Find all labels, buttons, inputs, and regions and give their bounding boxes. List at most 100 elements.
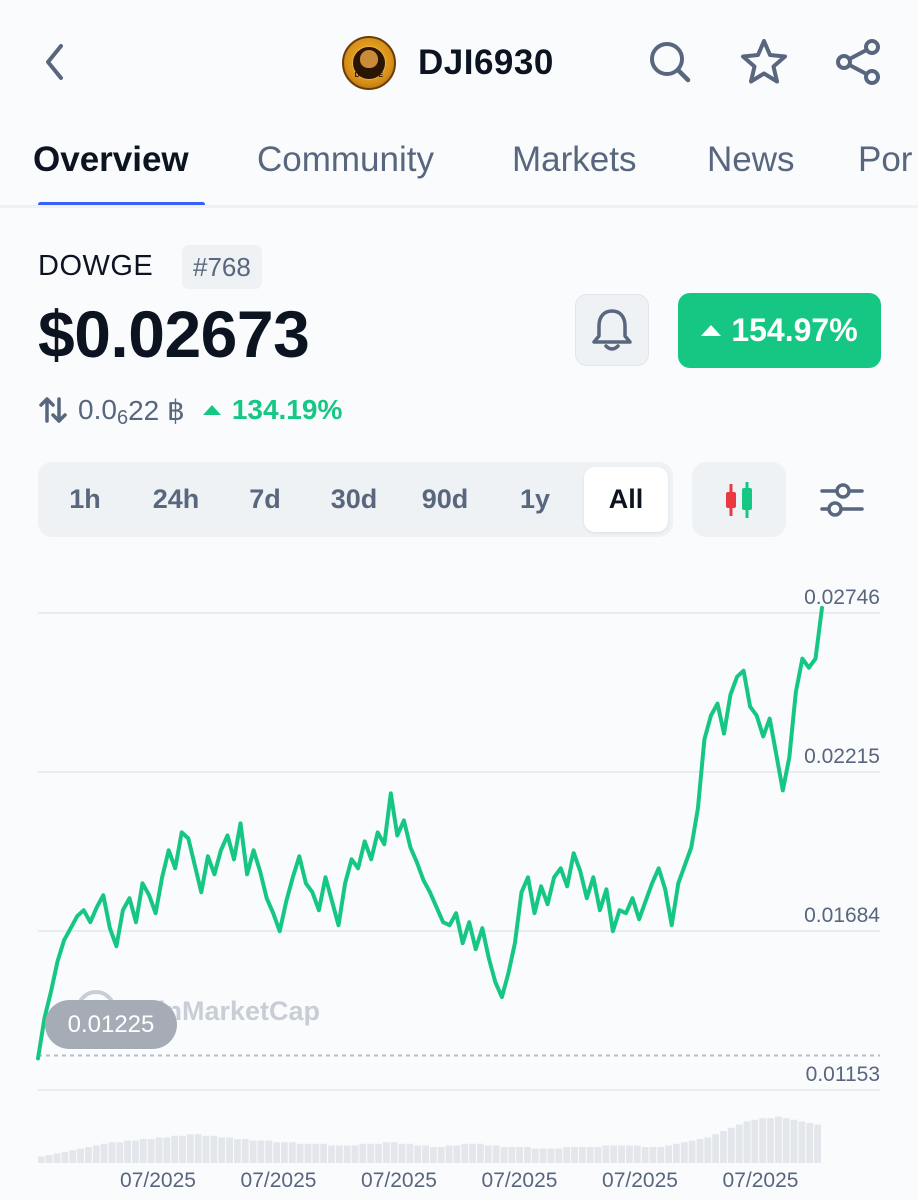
price-line: [36, 605, 824, 1061]
volume-bar: [100, 1143, 108, 1163]
volume-bar: [720, 1131, 727, 1163]
volume-bar: [688, 1140, 696, 1163]
x-axis-tick-label: 07/2025: [723, 1169, 799, 1192]
tab-overview[interactable]: Overview: [33, 140, 189, 180]
price-alert-button[interactable]: [575, 294, 649, 366]
chevron-left-icon: [46, 44, 63, 80]
range-1h[interactable]: 1h: [52, 462, 118, 537]
back-button[interactable]: [36, 38, 72, 86]
volume-bar: [343, 1145, 351, 1163]
volume-bar: [132, 1140, 139, 1163]
volume-bar: [633, 1145, 641, 1163]
search-icon: [650, 42, 691, 83]
volume-bar: [124, 1140, 131, 1163]
volume-bar: [524, 1147, 531, 1163]
volume-bar: [422, 1145, 429, 1163]
watchlist-button[interactable]: [738, 36, 790, 88]
volume-bar: [579, 1147, 586, 1163]
range-24h[interactable]: 24h: [132, 462, 220, 537]
btc-price-zero-count: 6: [116, 406, 129, 429]
volume-bar: [383, 1142, 390, 1163]
volume-bar: [782, 1118, 790, 1163]
volume-bar: [547, 1148, 555, 1163]
x-axis-tick-label: 07/2025: [482, 1169, 558, 1192]
volume-bar: [116, 1142, 124, 1163]
tab-community[interactable]: Community: [257, 140, 434, 180]
volume-bar: [806, 1123, 814, 1163]
volume-bar: [257, 1140, 265, 1163]
volume-bar: [328, 1145, 335, 1163]
tab-news[interactable]: News: [707, 140, 795, 180]
volume-bar: [673, 1143, 680, 1163]
sliders-icon: [820, 483, 864, 517]
volume-bar: [767, 1118, 774, 1163]
bell-icon: [592, 309, 632, 351]
volume-bar: [798, 1121, 806, 1163]
chart-settings-button[interactable]: [812, 470, 872, 530]
volume-bar: [453, 1145, 461, 1163]
price-chart[interactable]: CoinMarketCap 0.027460.022150.016840.011…: [0, 560, 918, 1200]
volume-bar: [147, 1139, 155, 1163]
volume-bar: [179, 1135, 186, 1163]
candlestick-toggle-button[interactable]: [692, 462, 786, 537]
volume-bar: [461, 1143, 469, 1163]
volume-bar: [273, 1142, 280, 1163]
price-change-value: 154.97%: [731, 312, 858, 348]
volume-bar: [335, 1145, 343, 1163]
volume-bar: [790, 1119, 798, 1163]
top-bar: DOWGE DJI6930: [0, 0, 918, 120]
volume-bar: [296, 1143, 304, 1163]
y-axis-tick-label: 0.02746: [804, 586, 880, 609]
volume-bar: [727, 1127, 735, 1163]
volume-bar: [586, 1147, 594, 1163]
range-7d[interactable]: 7d: [230, 462, 300, 537]
volume-bar: [45, 1155, 53, 1163]
volume-bar: [563, 1147, 571, 1163]
volume-bar: [234, 1139, 241, 1163]
volume-bar: [539, 1148, 547, 1163]
volume-bar: [194, 1134, 202, 1163]
volume-bar: [571, 1147, 578, 1163]
volume-bar: [469, 1143, 476, 1163]
volume-bar: [241, 1139, 249, 1163]
tab-portfolio[interactable]: Por: [858, 140, 912, 180]
volume-bar: [288, 1142, 296, 1163]
volume-bar: [594, 1147, 602, 1163]
volume-bar: [618, 1145, 625, 1163]
volume-bar: [38, 1156, 45, 1163]
range-30d[interactable]: 30d: [312, 462, 396, 537]
volume-bar: [516, 1147, 523, 1163]
volume-bar: [351, 1145, 359, 1163]
range-all[interactable]: All: [584, 467, 668, 532]
current-price: $0.02673: [38, 297, 310, 371]
volume-bar: [445, 1145, 453, 1163]
volume-bar: [163, 1137, 171, 1163]
time-range-selector: 1h 24h 7d 30d 90d 1y All: [38, 462, 673, 537]
volume-bar: [249, 1140, 257, 1163]
volume-bar: [265, 1140, 273, 1163]
volume-bar: [508, 1147, 516, 1163]
range-1y[interactable]: 1y: [498, 462, 572, 537]
volume-bar: [406, 1143, 414, 1163]
volume-bar: [108, 1142, 116, 1163]
coin-logo: DOWGE: [342, 36, 396, 90]
volume-bar: [555, 1148, 563, 1163]
y-axis-tick-label: 0.01153: [806, 1063, 880, 1086]
range-90d[interactable]: 90d: [402, 462, 488, 537]
volume-bar: [139, 1139, 147, 1163]
search-button[interactable]: [644, 36, 696, 88]
rank-badge: #768: [182, 245, 262, 289]
x-axis-tick-label: 07/2025: [120, 1169, 196, 1192]
volume-bar: [657, 1147, 665, 1163]
x-axis-tick-label: 07/2025: [361, 1169, 437, 1192]
star-icon: [741, 39, 787, 84]
volume-bar: [735, 1124, 743, 1163]
volume-bar: [414, 1145, 422, 1163]
volume-bar: [312, 1143, 320, 1163]
share-button[interactable]: [832, 36, 884, 88]
volume-bar: [680, 1142, 688, 1163]
tab-markets[interactable]: Markets: [512, 140, 636, 180]
volume-bar: [367, 1143, 375, 1163]
volume-bar: [85, 1147, 92, 1163]
x-axis-labels: 07/2025 07/2025 07/2025 07/2025 07/2025 07/20…: [120, 1169, 798, 1192]
